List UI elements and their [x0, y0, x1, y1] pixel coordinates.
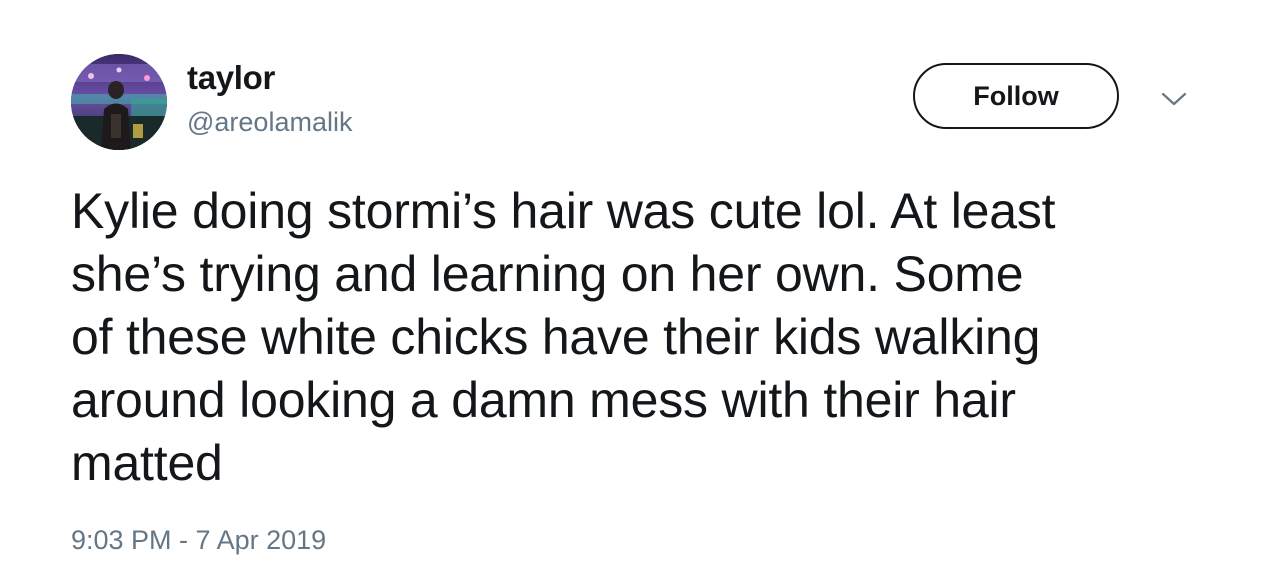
avatar-photo-icon: [71, 54, 167, 150]
author-display-name[interactable]: taylor: [187, 58, 275, 98]
tweet-timestamp[interactable]: 9:03 PM - 7 Apr 2019: [71, 523, 326, 557]
chevron-down-icon[interactable]: [1160, 88, 1188, 110]
tweet-card: taylor @areolamalik Follow Kylie doing s…: [0, 0, 1267, 580]
author-handle[interactable]: @areolamalik: [187, 105, 352, 139]
follow-button[interactable]: Follow: [913, 63, 1119, 129]
tweet-text: Kylie doing stormi’s hair was cute lol. …: [71, 183, 1056, 491]
author-avatar[interactable]: [71, 54, 167, 150]
